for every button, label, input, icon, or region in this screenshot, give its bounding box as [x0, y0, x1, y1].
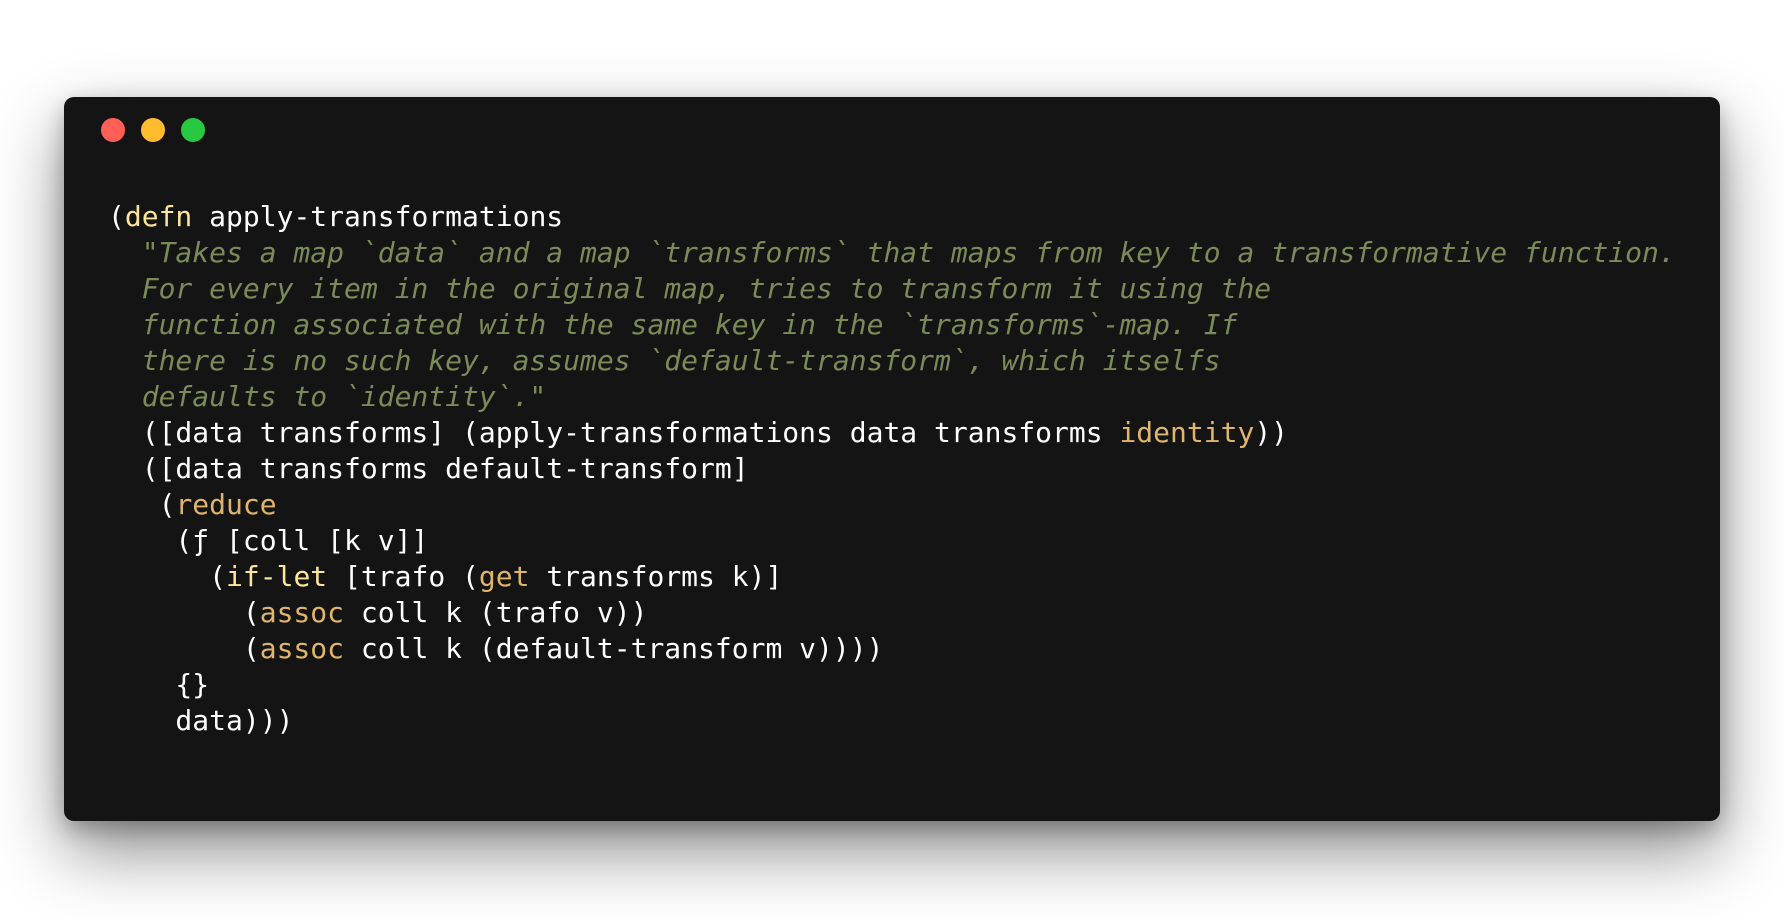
code-token: ))	[1254, 416, 1289, 449]
title-bar	[64, 97, 1720, 167]
code-line: {}	[108, 667, 1676, 703]
code-token: (	[108, 632, 260, 665]
code-token: (	[108, 488, 176, 521]
code-block: (defn apply-transformations "Takes a map…	[108, 199, 1676, 739]
minimize-button[interactable]	[141, 118, 165, 142]
code-docstring: "Takes a map `data` and a map `transform…	[108, 236, 1676, 269]
code-docstring: For every item in the original map, trie…	[108, 272, 1272, 305]
code-token-fn: assoc	[259, 632, 345, 665]
code-line: there is no such key, assumes `default-t…	[108, 343, 1676, 379]
code-line: ([data transforms default-transform]	[108, 451, 1676, 487]
code-token: apply-transformations	[192, 200, 564, 233]
code-line: function associated with the same key in…	[108, 307, 1676, 343]
code-token: (	[108, 560, 227, 593]
code-docstring: there is no such key, assumes `default-t…	[108, 344, 1221, 377]
code-token: ([data transforms default-transform]	[108, 452, 749, 485]
code-token: transforms k)]	[529, 560, 783, 593]
code-line: (ƒ [coll [k v]]	[108, 523, 1676, 559]
code-token-kw: if-let	[226, 560, 328, 593]
code-line: defaults to `identity`."	[108, 379, 1676, 415]
code-line: data)))	[108, 703, 1676, 739]
code-line: "Takes a map `data` and a map `transform…	[108, 235, 1676, 271]
code-token: data)))	[108, 704, 294, 737]
code-token-fn: get	[478, 560, 530, 593]
code-token: {}	[108, 668, 210, 701]
code-token: coll k (default-transform v))))	[344, 632, 884, 665]
code-docstring: defaults to `identity`."	[108, 380, 547, 413]
close-button[interactable]	[101, 118, 125, 142]
code-line: ([data transforms] (apply-transformation…	[108, 415, 1676, 451]
code-line: (defn apply-transformations	[108, 199, 1676, 235]
code-token-kw: defn	[124, 200, 193, 233]
code-token: (	[108, 596, 260, 629]
code-token-fn: reduce	[175, 488, 277, 521]
code-token: ([data transforms] (apply-transformation…	[108, 416, 1120, 449]
code-line: (if-let [trafo (get transforms k)]	[108, 559, 1676, 595]
code-token-fn: assoc	[259, 596, 345, 629]
zoom-button[interactable]	[181, 118, 205, 142]
code-token: (	[108, 200, 125, 233]
code-docstring: function associated with the same key in…	[108, 308, 1238, 341]
code-token-fn: identity	[1119, 416, 1255, 449]
code-token: coll k (trafo v))	[344, 596, 648, 629]
code-line: (assoc coll k (trafo v))	[108, 595, 1676, 631]
code-token: (ƒ [coll [k v]]	[108, 524, 429, 557]
code-token: [trafo (	[327, 560, 479, 593]
code-line: (reduce	[108, 487, 1676, 523]
code-window: (defn apply-transformations "Takes a map…	[64, 97, 1720, 821]
code-line: For every item in the original map, trie…	[108, 271, 1676, 307]
code-line: (assoc coll k (default-transform v))))	[108, 631, 1676, 667]
